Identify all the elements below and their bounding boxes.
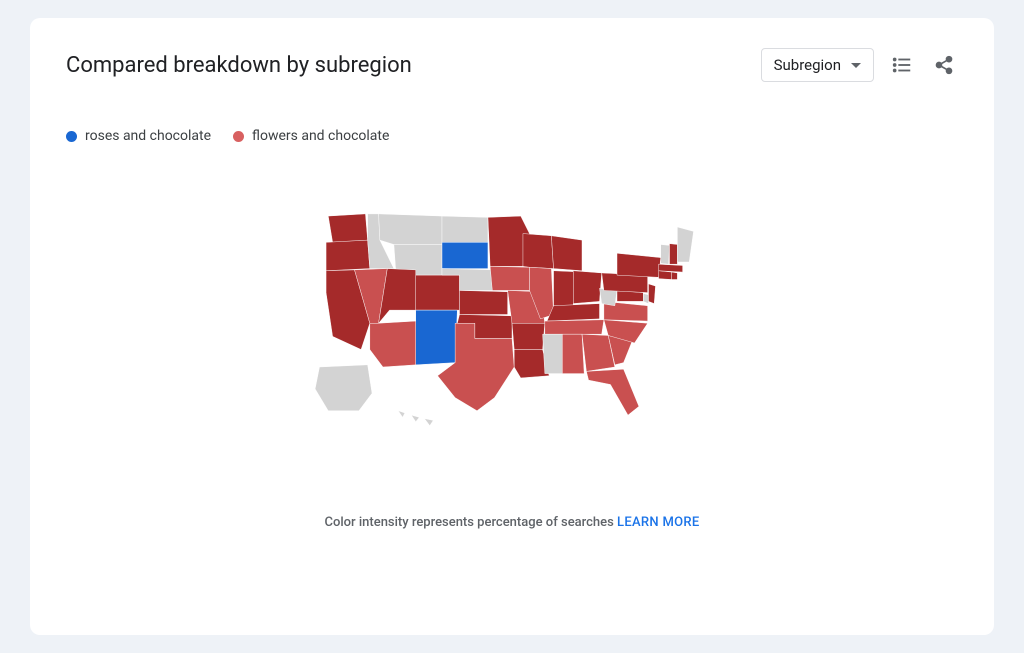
state-iowa[interactable] — [490, 266, 529, 290]
legend: roses and chocolate flowers and chocolat… — [66, 128, 958, 144]
state-montana[interactable] — [379, 214, 442, 245]
state-new-mexico[interactable] — [416, 310, 458, 365]
legend-swatch-1 — [66, 131, 77, 142]
legend-item-flowers: flowers and chocolate — [233, 128, 389, 144]
state-indiana[interactable] — [554, 271, 574, 306]
learn-more-link[interactable]: LEARN MORE — [617, 515, 699, 530]
list-view-icon[interactable] — [888, 51, 916, 79]
state-oregon[interactable] — [326, 240, 370, 271]
legend-swatch-2 — [233, 131, 244, 142]
state-arizona[interactable] — [370, 321, 416, 367]
state-delaware[interactable] — [643, 294, 648, 304]
state-michigan[interactable] — [551, 236, 582, 271]
state-new-york[interactable] — [617, 253, 661, 277]
state-connecticut[interactable] — [659, 271, 672, 280]
state-vermont[interactable] — [661, 245, 670, 265]
state-wisconsin[interactable] — [523, 234, 554, 269]
legend-label-2: flowers and chocolate — [252, 128, 389, 144]
us-map[interactable] — [302, 192, 722, 455]
state-washington[interactable] — [328, 214, 367, 242]
state-new-hampshire[interactable] — [670, 244, 678, 265]
subregion-dropdown[interactable]: Subregion — [761, 48, 874, 82]
state-rhode-island[interactable] — [672, 272, 678, 279]
state-tennessee[interactable] — [545, 320, 604, 334]
footnote: Color intensity represents percentage of… — [66, 515, 958, 530]
legend-label-1: roses and chocolate — [85, 128, 211, 144]
state-maine[interactable] — [677, 227, 693, 262]
share-icon[interactable] — [930, 51, 958, 79]
state-new-jersey[interactable] — [649, 284, 656, 304]
state-alabama[interactable] — [562, 334, 584, 373]
state-ohio[interactable] — [573, 271, 601, 304]
state-south-dakota[interactable] — [442, 242, 488, 268]
card-title: Compared breakdown by subregion — [66, 53, 412, 78]
chevron-down-icon — [851, 63, 861, 68]
state-kansas[interactable] — [460, 290, 508, 314]
dropdown-label: Subregion — [774, 56, 841, 74]
card-header: Compared breakdown by subregion Subregio… — [66, 48, 958, 82]
state-colorado[interactable] — [416, 275, 460, 310]
state-alaska[interactable] — [315, 365, 372, 411]
header-actions: Subregion — [761, 48, 958, 82]
state-massachusetts[interactable] — [659, 264, 683, 272]
legend-item-roses: roses and chocolate — [66, 128, 211, 144]
state-florida[interactable] — [586, 369, 639, 415]
state-hawaii[interactable] — [398, 411, 433, 426]
trends-card: Compared breakdown by subregion Subregio… — [30, 18, 994, 635]
state-arkansas[interactable] — [512, 323, 545, 349]
state-mississippi[interactable] — [543, 334, 563, 373]
state-north-dakota[interactable] — [442, 216, 488, 242]
footnote-text: Color intensity represents percentage of… — [324, 515, 617, 530]
map-area — [66, 154, 958, 455]
state-kentucky[interactable] — [547, 304, 600, 322]
